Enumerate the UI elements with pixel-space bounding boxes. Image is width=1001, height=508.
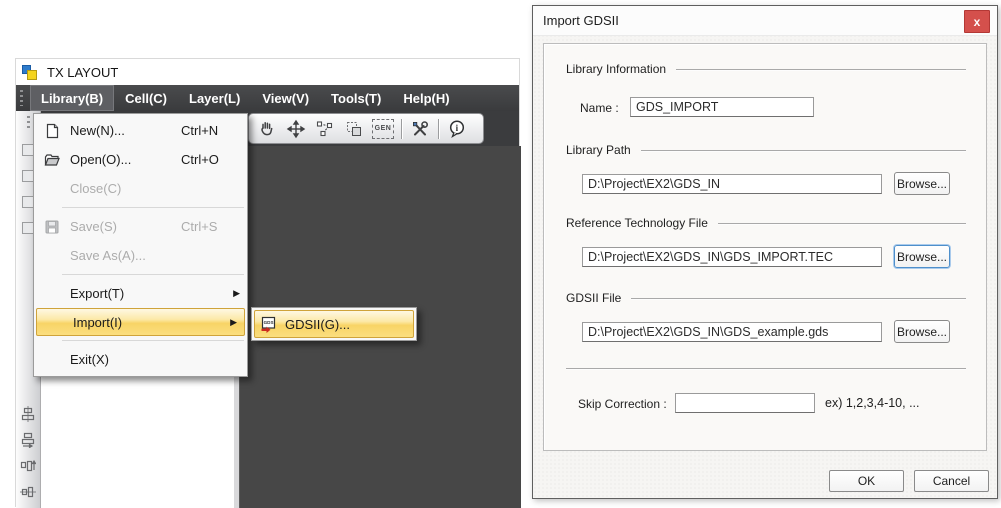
node-edit-button[interactable] xyxy=(314,118,336,140)
menu-separator xyxy=(62,340,244,341)
menu-item-save-as[interactable]: Save As(A)... xyxy=(34,241,247,270)
toolbar-separator xyxy=(438,119,439,139)
gdsii-file-input[interactable] xyxy=(582,322,882,342)
group-library-path: Library Path xyxy=(566,143,978,157)
move-arrows-icon xyxy=(286,119,306,139)
menu-item-new[interactable]: New(N)... Ctrl+N xyxy=(34,116,247,145)
gdsii-file-browse-button[interactable]: Browse... xyxy=(894,320,950,343)
menu-item-export[interactable]: Export(T) ▶ xyxy=(34,279,247,308)
library-path-browse-button[interactable]: Browse... xyxy=(894,172,950,195)
menu-separator xyxy=(62,207,244,208)
region-icon xyxy=(344,119,364,139)
menu-view[interactable]: View(V) xyxy=(251,85,320,111)
menu-item-close[interactable]: Close(C) xyxy=(34,174,247,203)
dialog-title: Import GDSII xyxy=(543,13,619,28)
tx-layout-window: TX LAYOUT Library(B) Cell(C) Layer(L) Vi… xyxy=(15,58,520,507)
library-menu-popup: New(N)... Ctrl+N Open(O)... Ctrl+O Close… xyxy=(33,113,248,377)
menu-cell[interactable]: Cell(C) xyxy=(114,85,178,111)
hand-icon xyxy=(257,119,277,139)
menu-library[interactable]: Library(B) xyxy=(30,85,114,111)
toolbar-separator xyxy=(401,119,402,139)
distribute-right-icon[interactable] xyxy=(20,432,36,448)
technology-file-browse-button[interactable]: Browse... xyxy=(894,245,950,268)
menu-layer[interactable]: Layer(L) xyxy=(178,85,251,111)
app-logo-icon xyxy=(22,64,38,80)
node-edit-icon xyxy=(315,119,335,139)
submenu-item-gdsii[interactable]: GDS GDSII(G)... xyxy=(254,310,414,338)
settings-tools-button[interactable] xyxy=(409,118,431,140)
group-rule xyxy=(641,150,966,151)
submenu-item-label: GDSII(G)... xyxy=(285,317,350,332)
gen-icon: GEN xyxy=(372,119,394,139)
skip-correction-input[interactable] xyxy=(675,393,815,413)
open-folder-icon xyxy=(34,152,70,168)
new-document-icon xyxy=(34,123,70,139)
save-floppy-icon xyxy=(34,219,70,235)
align-center-icon[interactable] xyxy=(20,406,36,422)
info-bubble-icon: i xyxy=(447,119,467,139)
ok-button[interactable]: OK xyxy=(829,470,904,492)
menu-tools[interactable]: Tools(T) xyxy=(320,85,392,111)
group-library-information: Library Information xyxy=(566,62,978,76)
submenu-arrow-icon: ▶ xyxy=(230,317,237,328)
menu-item-open[interactable]: Open(O)... Ctrl+O xyxy=(34,145,247,174)
gds-file-icon: GDS xyxy=(260,316,277,333)
svg-text:GDS: GDS xyxy=(264,320,274,325)
align-top-icon[interactable] xyxy=(20,458,36,474)
submenu-arrow-icon: ▶ xyxy=(233,288,240,299)
dialog-close-button[interactable]: x xyxy=(964,10,990,33)
align-middle-icon[interactable] xyxy=(20,484,36,500)
group-rule xyxy=(676,69,966,70)
menu-item-import[interactable]: Import(I) ▶ xyxy=(36,308,245,336)
cancel-button[interactable]: Cancel xyxy=(914,470,989,492)
close-icon: x xyxy=(974,15,981,29)
dialog-body-panel: Library Information Name : Library Path … xyxy=(543,43,987,451)
menu-item-exit[interactable]: Exit(X) xyxy=(34,345,247,374)
menubar: Library(B) Cell(C) Layer(L) View(V) Tool… xyxy=(16,85,519,111)
group-rule xyxy=(718,223,966,224)
technology-file-input[interactable] xyxy=(582,247,882,267)
library-path-input[interactable] xyxy=(582,174,882,194)
menu-separator xyxy=(62,274,244,275)
import-submenu-popup: GDS GDSII(G)... xyxy=(251,307,417,341)
side-toolbar-grip-handle[interactable] xyxy=(27,116,30,130)
name-label: Name : xyxy=(580,101,619,115)
name-input[interactable] xyxy=(630,97,814,117)
section-divider xyxy=(566,368,966,369)
view-toolbar: GEN i xyxy=(248,113,484,144)
tools-icon xyxy=(410,119,430,139)
info-button[interactable]: i xyxy=(446,118,468,140)
region-copy-button[interactable] xyxy=(343,118,365,140)
move-button[interactable] xyxy=(285,118,307,140)
skip-correction-hint: ex) 1,2,3,4-10, ... xyxy=(825,396,920,410)
window-titlebar: TX LAYOUT xyxy=(16,59,519,85)
window-title: TX LAYOUT xyxy=(47,65,118,80)
group-reference-technology-file: Reference Technology File xyxy=(566,216,978,230)
menu-item-save[interactable]: Save(S) Ctrl+S xyxy=(34,212,247,241)
dialog-titlebar: Import GDSII xyxy=(533,6,997,36)
menubar-grip-handle[interactable] xyxy=(20,90,23,106)
pan-hand-button[interactable] xyxy=(256,118,278,140)
group-gdsii-file: GDSII File xyxy=(566,291,978,305)
menu-help[interactable]: Help(H) xyxy=(392,85,460,111)
group-rule xyxy=(631,298,966,299)
generate-button[interactable]: GEN xyxy=(372,118,394,140)
import-gdsii-dialog: Import GDSII x Library Information Name … xyxy=(532,5,998,499)
skip-correction-label: Skip Correction : xyxy=(578,397,667,411)
